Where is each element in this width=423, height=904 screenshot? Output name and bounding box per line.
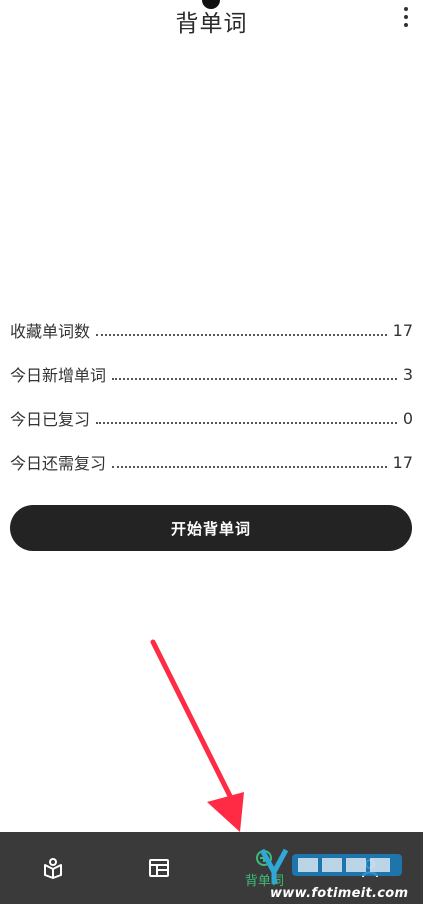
page-title: 背单词	[175, 11, 248, 37]
stat-label: 收藏单词数	[10, 322, 91, 341]
more-options-icon[interactable]	[401, 7, 411, 27]
dotted-leader	[112, 466, 387, 468]
flashcard-icon	[256, 849, 273, 866]
stat-row-favorites: 收藏单词数 17	[10, 308, 413, 352]
book-icon	[43, 858, 62, 879]
stats-list: 收藏单词数 17 今日新增单词 3 今日已复习 0 今日还需复习 17	[10, 308, 413, 484]
stat-value: 17	[392, 452, 413, 472]
bottom-navigation: 背单词	[0, 832, 423, 904]
nav-item-flashcards[interactable]: 背单词	[212, 832, 318, 904]
stat-row-reviewed-today: 今日已复习 0	[10, 396, 413, 440]
table-icon	[148, 859, 169, 877]
nav-item-table[interactable]	[106, 832, 212, 904]
start-learning-button[interactable]: 开始背单词	[10, 505, 412, 551]
dotted-leader	[112, 378, 397, 380]
app-header: 背单词	[0, 0, 423, 38]
stat-row-remaining-review: 今日还需复习 17	[10, 440, 413, 484]
stat-label: 今日还需复习	[10, 454, 107, 473]
stat-row-new-today: 今日新增单词 3	[10, 352, 413, 396]
stat-value: 17	[392, 320, 413, 340]
stat-value: 0	[402, 408, 413, 428]
nav-item-profile[interactable]	[317, 832, 423, 904]
user-icon	[362, 859, 379, 878]
nav-label-flashcards: 背单词	[244, 873, 284, 889]
nav-item-book[interactable]	[0, 832, 106, 904]
dotted-leader	[96, 422, 397, 424]
dotted-leader	[96, 334, 387, 336]
stat-label: 今日新增单词	[10, 366, 107, 385]
app-screen: 背单词 收藏单词数 17 今日新增单词 3 今日已复习 0 今日还需复习 17 …	[0, 0, 423, 904]
stat-value: 3	[402, 364, 413, 384]
stat-label: 今日已复习	[10, 410, 91, 429]
